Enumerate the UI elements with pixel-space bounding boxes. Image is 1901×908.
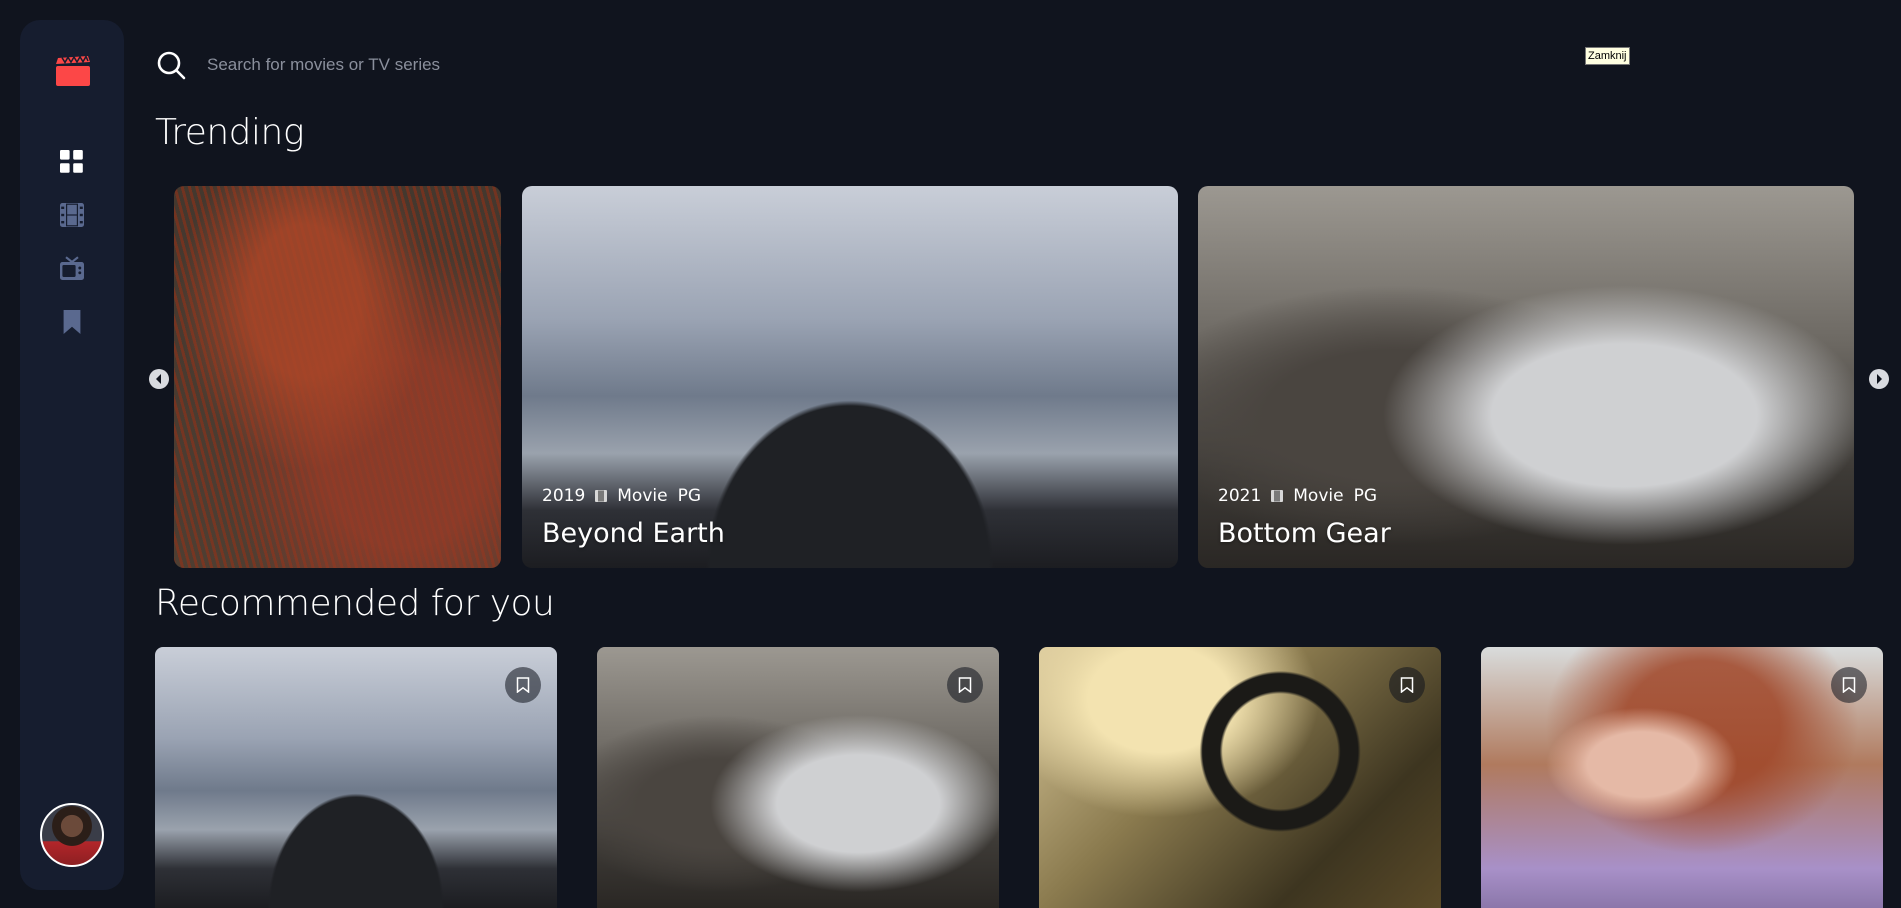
bookmark-empty-icon bbox=[1842, 677, 1856, 693]
trending-card[interactable] bbox=[174, 186, 501, 568]
trending-card[interactable]: 2021 Movie PG Bottom Gear bbox=[1198, 186, 1854, 568]
bookmark-empty-icon bbox=[958, 677, 972, 693]
movie-category-icon bbox=[1271, 490, 1284, 502]
chevron-left-icon bbox=[156, 374, 161, 384]
trending-card-rating: PG bbox=[677, 486, 702, 506]
recommended-card[interactable] bbox=[1481, 647, 1883, 908]
avatar[interactable] bbox=[40, 803, 104, 867]
trending-heading: Trending bbox=[155, 112, 304, 153]
tv-series-icon bbox=[60, 256, 84, 280]
chevron-right-icon bbox=[1877, 374, 1882, 384]
logo-icon[interactable] bbox=[56, 54, 90, 86]
sidebar bbox=[20, 20, 124, 890]
recommended-card[interactable] bbox=[1039, 647, 1441, 908]
bookmark-button[interactable] bbox=[1831, 667, 1867, 703]
trending-card-year: 2019 bbox=[542, 486, 586, 506]
movies-icon bbox=[60, 203, 84, 227]
trending-card-category: Movie bbox=[617, 486, 668, 506]
recommended-card[interactable] bbox=[155, 647, 557, 908]
bookmark-button[interactable] bbox=[947, 667, 983, 703]
bookmark-button[interactable] bbox=[505, 667, 541, 703]
recommended-card[interactable] bbox=[597, 647, 999, 908]
search-icon bbox=[156, 50, 186, 80]
bookmark-empty-icon bbox=[1400, 677, 1414, 693]
home-grid-icon bbox=[60, 150, 83, 173]
recommended-heading: Recommended for you bbox=[155, 583, 555, 624]
trending-card-rating: PG bbox=[1353, 486, 1378, 506]
carousel-next-button[interactable] bbox=[1869, 369, 1889, 389]
trending-card-title: Beyond Earth bbox=[542, 518, 725, 549]
search-input[interactable] bbox=[207, 50, 807, 80]
trending-card-year: 2021 bbox=[1218, 486, 1262, 506]
bookmark-button[interactable] bbox=[1389, 667, 1425, 703]
bookmark-icon bbox=[63, 310, 81, 334]
movie-category-icon bbox=[595, 490, 608, 502]
trending-card-title: Bottom Gear bbox=[1218, 518, 1391, 549]
trending-card-meta: 2019 Movie PG bbox=[542, 486, 701, 506]
nav-movies[interactable] bbox=[60, 203, 84, 227]
carousel-prev-button[interactable] bbox=[149, 369, 169, 389]
trending-card[interactable]: 2019 Movie PG Beyond Earth bbox=[522, 186, 1178, 568]
trending-card-meta: 2021 Movie PG bbox=[1218, 486, 1377, 506]
trending-card-category: Movie bbox=[1293, 486, 1344, 506]
nav-tv-series[interactable] bbox=[60, 256, 84, 280]
bookmark-empty-icon bbox=[516, 677, 530, 693]
nav-home[interactable] bbox=[60, 150, 84, 174]
nav-bookmarks[interactable] bbox=[60, 310, 84, 334]
close-tooltip: Zamknij bbox=[1585, 47, 1630, 65]
